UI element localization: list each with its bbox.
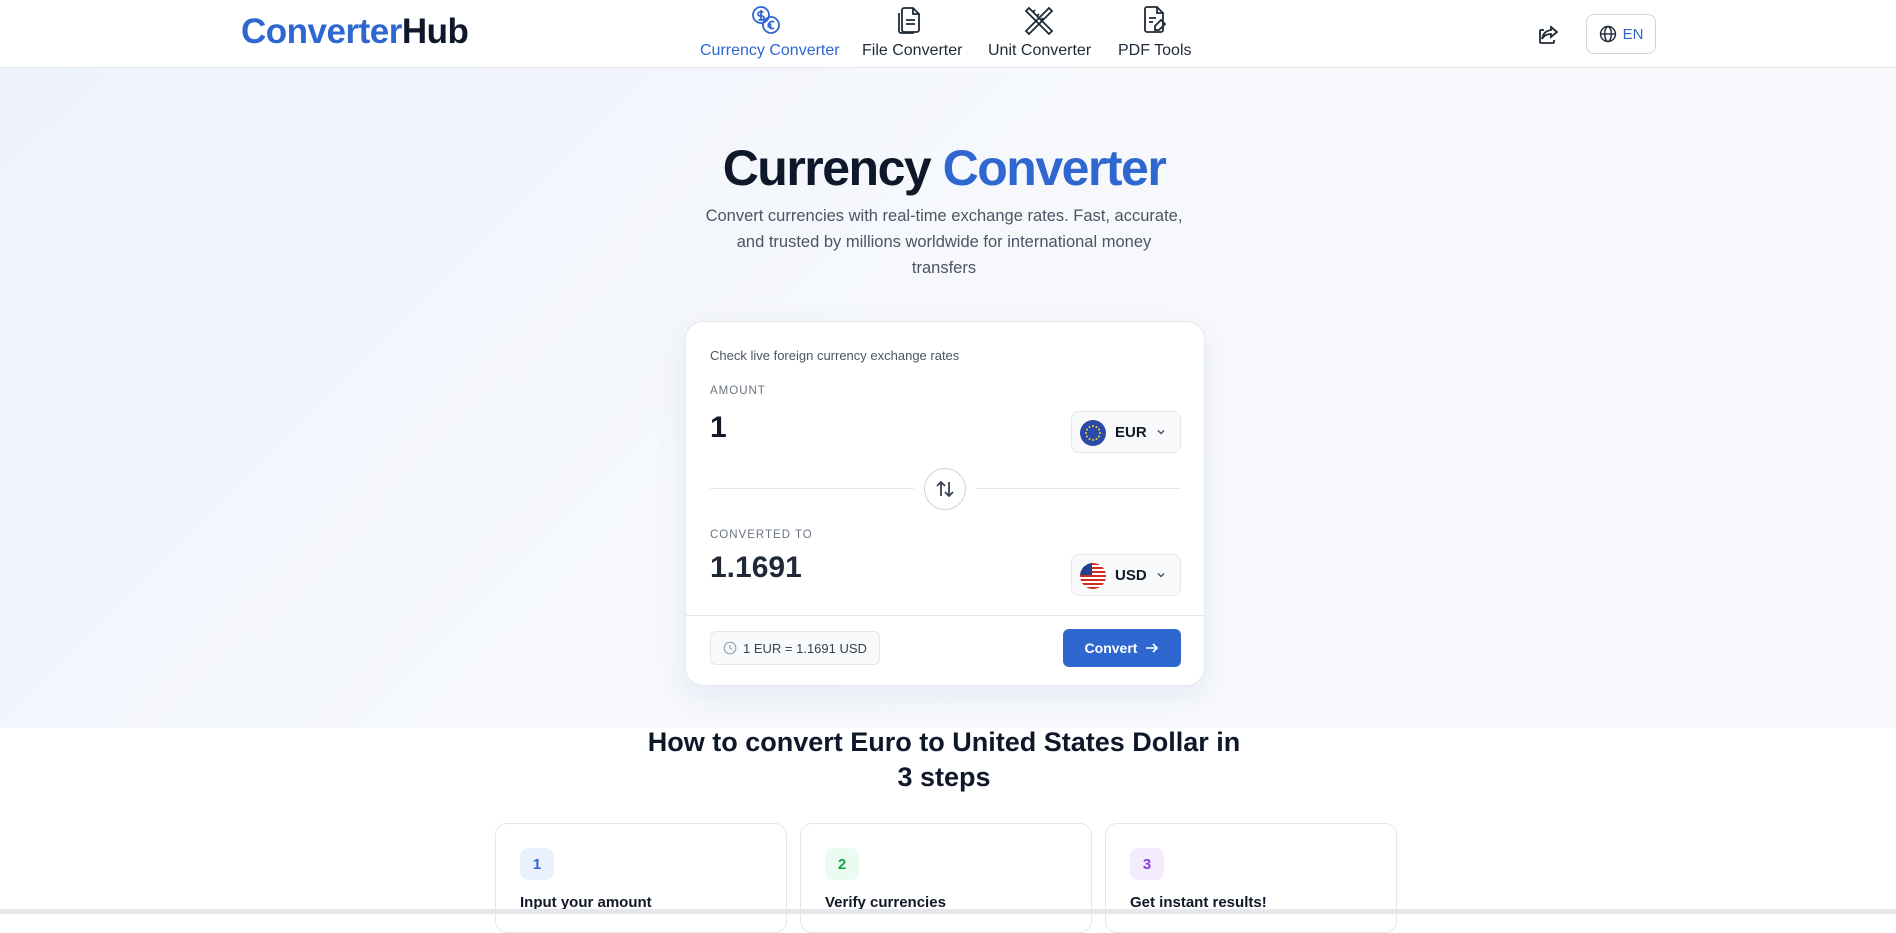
coins-icon (752, 6, 780, 34)
step-card-1: 1 Input your amount (495, 823, 787, 933)
step-number: 2 (825, 848, 859, 880)
from-currency-select[interactable]: EUR (1071, 411, 1181, 453)
page-subtitle: Convert currencies with real-time exchan… (705, 207, 1183, 277)
chevron-down-icon (1157, 429, 1165, 435)
share-icon (1539, 25, 1559, 44)
clock-icon (723, 641, 737, 655)
step-card-2: 2 Verify currencies (800, 823, 1092, 933)
card-footer-divider (686, 615, 1204, 616)
nav-label: Unit Converter (988, 42, 1092, 59)
logo-hub: Hub (401, 12, 469, 51)
convert-button[interactable]: Convert (1063, 629, 1181, 667)
step-number: 3 (1130, 848, 1164, 880)
converter-card: Check live foreign currency exchange rat… (685, 321, 1205, 686)
convert-label: Convert (1084, 640, 1138, 656)
logo-converter: Converter (241, 12, 402, 51)
language-label: EN (1622, 25, 1644, 43)
page-title: Currency Converter (0, 138, 1888, 198)
nav-unit-converter[interactable]: Unit Converter (988, 0, 1092, 68)
horizontal-scrollbar[interactable] (0, 909, 1896, 914)
steps-title: How to convert Euro to United States Dol… (0, 725, 1888, 795)
pdf-edit-icon (1144, 6, 1167, 33)
us-flag-icon (1080, 563, 1106, 589)
exchange-rate-badge: 1 EUR = 1.1691 USD (710, 631, 880, 665)
converted-label: CONVERTED TO (710, 529, 813, 541)
title-currency: Currency (722, 140, 932, 196)
language-selector[interactable]: EN (1586, 14, 1656, 54)
step-number: 1 (520, 848, 554, 880)
exchange-rate-text: 1 EUR = 1.1691 USD (743, 640, 867, 656)
amount-input[interactable] (710, 408, 1010, 448)
eu-flag-icon (1080, 420, 1106, 446)
nav-file-converter[interactable]: File Converter (862, 0, 963, 68)
divider-right (976, 488, 1181, 489)
nav-label: PDF Tools (1118, 42, 1192, 59)
amount-label: AMOUNT (710, 385, 766, 397)
to-currency-code: USD (1115, 567, 1147, 584)
arrow-right-icon (1146, 643, 1159, 653)
nav-label: Currency Converter (700, 42, 840, 59)
file-icon (898, 7, 920, 34)
logo[interactable]: ConverterHub (241, 12, 469, 52)
swap-arrows-icon (936, 480, 954, 498)
from-currency-code: EUR (1115, 424, 1147, 441)
to-currency-select[interactable]: USD (1071, 554, 1181, 596)
nav-label: File Converter (862, 42, 963, 59)
nav-pdf-tools[interactable]: PDF Tools (1118, 0, 1192, 68)
step-card-3: 3 Get instant results! (1105, 823, 1397, 933)
divider-left (710, 488, 914, 489)
steps-title-text: How to convert Euro to United States Dol… (647, 727, 1241, 792)
swap-currencies-button[interactable] (924, 468, 966, 510)
title-converter: Converter (942, 140, 1167, 196)
ruler-icon (1024, 6, 1054, 36)
converted-value: 1.1691 (710, 551, 802, 584)
globe-icon (1599, 25, 1616, 43)
nav-currency-converter[interactable]: Currency Converter (700, 0, 840, 68)
chevron-down-icon (1157, 572, 1165, 578)
share-button[interactable] (1534, 20, 1564, 48)
site-header: ConverterHub Currency Converter File Con… (0, 0, 1896, 68)
converter-hint: Check live foreign currency exchange rat… (710, 348, 960, 363)
